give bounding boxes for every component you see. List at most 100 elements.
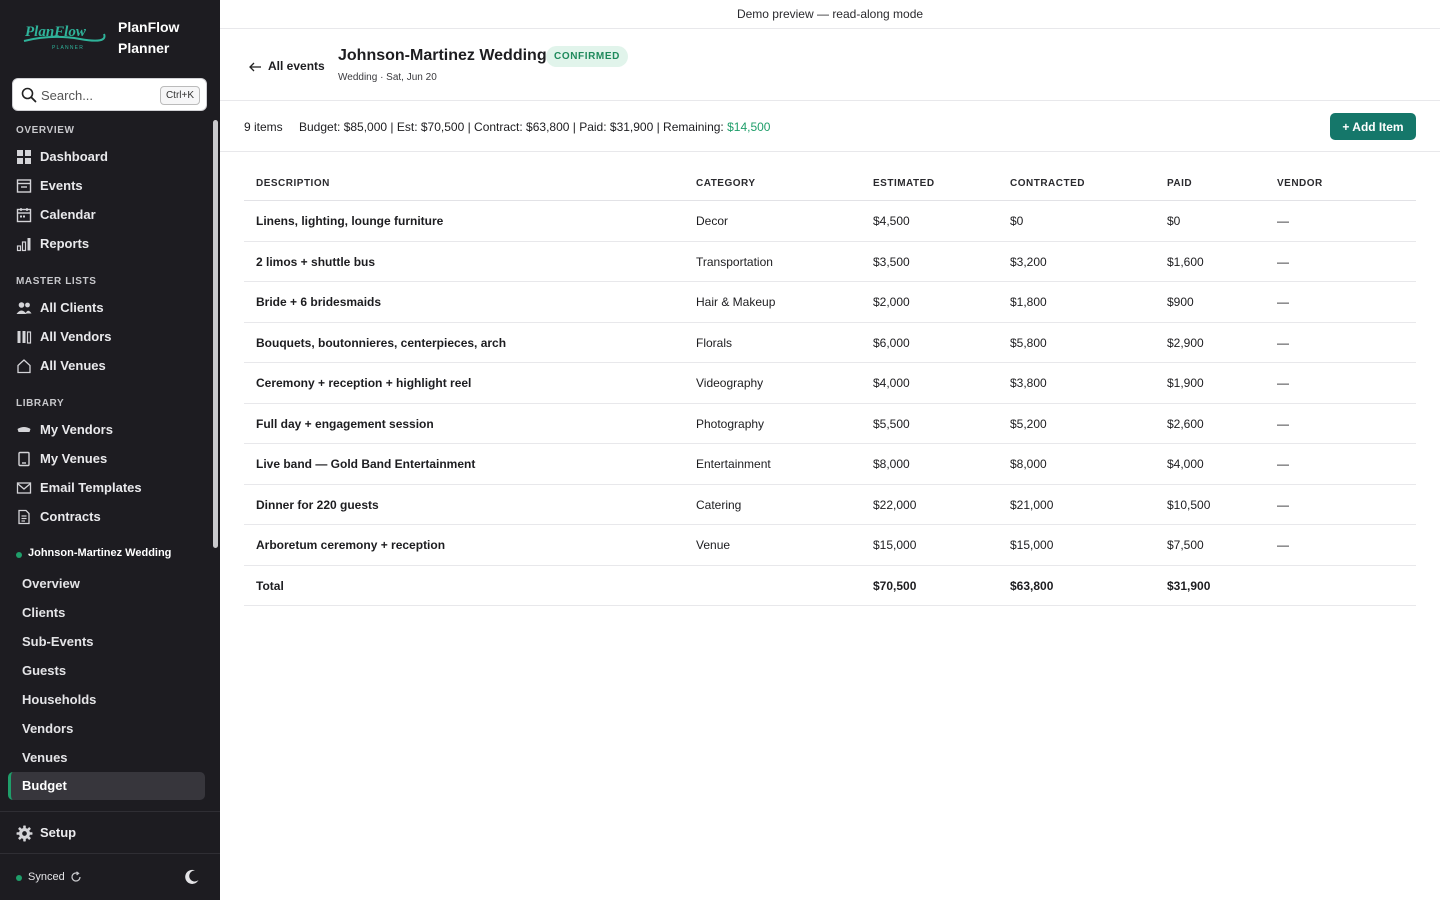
table-row[interactable]: Live band — Gold Band Entertainment Enter… [244, 444, 1416, 485]
sidebar-scrollbar[interactable] [213, 120, 218, 548]
sidebar-item-label: All Clients [40, 300, 104, 315]
section-master-lists: MASTER LISTS [16, 276, 97, 287]
cell-category: Decor [696, 214, 729, 228]
event-nav-label: Budget [22, 778, 67, 793]
cell-estimated: $8,000 [873, 457, 910, 471]
event-nav-label: Overview [22, 576, 80, 591]
table-row[interactable]: Full day + engagement session Photography… [244, 404, 1416, 444]
moon-icon[interactable] [184, 869, 200, 885]
event-nav-label: Venues [22, 750, 68, 765]
events-icon [16, 179, 32, 193]
column-header-paid[interactable]: PAID [1167, 178, 1192, 189]
page-title: Johnson-Martinez Wedding [338, 47, 547, 64]
event-nav-venues[interactable]: Venues [8, 744, 205, 772]
sidebar-item-dashboard[interactable]: Dashboard [8, 144, 206, 170]
main-content: Demo preview — read-along mode All event… [220, 0, 1440, 900]
cell-description: Arboretum ceremony + reception [256, 538, 446, 552]
demo-banner: Demo preview — read-along mode [220, 0, 1440, 29]
sidebar-item-email-templates[interactable]: Email Templates [8, 475, 206, 501]
column-header-contracted[interactable]: CONTRACTED [1010, 178, 1085, 189]
sidebar-item-my-venues[interactable]: My Venues [8, 446, 206, 472]
search-input[interactable] [41, 86, 159, 104]
vendors-icon [17, 331, 32, 344]
budget-summary: 9 items Budget: $85,000 | Est: $70,500 |… [220, 101, 1440, 152]
setup-button[interactable]: Setup [8, 820, 206, 846]
table-row[interactable]: Ceremony + reception + highlight reel Vid… [244, 363, 1416, 404]
sidebar-item-my-vendors[interactable]: My Vendors [8, 417, 206, 443]
cell-vendor: — [1277, 457, 1289, 471]
column-header-estimated[interactable]: ESTIMATED [873, 178, 935, 189]
sidebar-item-label: My Vendors [40, 422, 113, 437]
cell-vendor: — [1277, 416, 1289, 431]
sidebar-item-label: Events [40, 178, 83, 193]
sidebar-nav[interactable]: OVERVIEW Dashboard Events Calendar Repor… [0, 116, 210, 812]
cell-category: Florals [696, 335, 733, 350]
search-box[interactable]: Ctrl+K [12, 78, 207, 111]
table-row[interactable]: Linens, lighting, lounge furniture Decor $… [244, 201, 1416, 242]
sidebar-item-label: All Venues [40, 358, 106, 373]
add-item-button[interactable]: + Add Item [1330, 113, 1416, 140]
section-library: LIBRARY [16, 398, 65, 409]
event-nav-budget[interactable]: Budget [8, 772, 205, 800]
sidebar-item-contracts[interactable]: Contracts [8, 504, 206, 530]
event-status-dot [16, 552, 22, 558]
table-row[interactable]: Bouquets, boutonnieres, centerpieces, ar… [244, 323, 1416, 363]
cell-paid: $1,900 [1167, 376, 1204, 390]
current-event-header[interactable]: Johnson-Martinez Wedding [16, 547, 206, 565]
setup-label: Setup [40, 825, 77, 840]
cell-vendor: — [1277, 538, 1289, 552]
cell-contracted: $5,800 [1010, 335, 1047, 350]
table-row[interactable]: Arboretum ceremony + reception Venue $15,0… [244, 525, 1416, 566]
cell-description: 2 limos + shuttle bus [256, 254, 376, 269]
search-icon [21, 87, 37, 103]
column-header-vendor[interactable]: VENDOR [1277, 178, 1323, 189]
table-row[interactable]: Bride + 6 bridesmaids Hair & Makeup $2,000… [244, 282, 1416, 323]
cell-vendor: — [1277, 376, 1289, 390]
column-header-description[interactable]: DESCRIPTION [256, 178, 330, 189]
event-nav-overview[interactable]: Overview [8, 570, 205, 598]
event-nav-guests[interactable]: Guests [8, 657, 205, 685]
planflow-logo[interactable]: PlanFlow PLANNER [22, 20, 106, 54]
cell-contracted: $8,000 [1010, 457, 1047, 471]
event-header: All events Johnson-Martinez Wedding CONF… [220, 29, 1440, 101]
total-estimated: $70,500 [873, 578, 917, 593]
sidebar-item-all-venues[interactable]: All Venues [8, 353, 206, 379]
event-nav-vendors[interactable]: Vendors [8, 715, 205, 743]
svg-text:PLANNER: PLANNER [52, 45, 84, 51]
app-name: PlanFlow Planner [118, 19, 180, 56]
cell-paid: $2,600 [1167, 416, 1204, 431]
venues-icon [17, 359, 31, 374]
sidebar-item-all-clients[interactable]: All Clients [8, 295, 206, 321]
cell-paid: $0 [1167, 214, 1181, 228]
event-nav-label: Clients [22, 605, 66, 620]
cell-paid: $7,500 [1167, 538, 1204, 552]
cell-description: Bride + 6 bridesmaids [256, 295, 382, 309]
refresh-icon[interactable] [70, 871, 82, 883]
cell-vendor: — [1277, 254, 1289, 269]
cell-paid: $2,900 [1167, 335, 1204, 350]
total-row: Total $70,500 $63,800 $31,900 [244, 566, 1416, 606]
sidebar-item-events[interactable]: Events [8, 173, 206, 199]
cell-description: Live band — Gold Band Entertainment [256, 457, 476, 471]
remaining-amount: $14,500 [727, 120, 771, 134]
cell-estimated: $5,500 [873, 416, 910, 431]
cell-category: Videography [696, 376, 764, 390]
current-event-title: Johnson-Martinez Wedding [28, 547, 172, 559]
dashboard-icon [17, 150, 31, 164]
cell-contracted: $3,200 [1010, 254, 1047, 269]
cell-vendor: — [1277, 497, 1289, 512]
event-nav-households[interactable]: Households [8, 686, 205, 714]
sidebar-item-reports[interactable]: Reports [8, 231, 206, 257]
item-count: 9 items [244, 120, 283, 134]
sidebar-item-all-vendors[interactable]: All Vendors [8, 324, 206, 350]
table-row[interactable]: 2 limos + shuttle bus Transportation $3,50… [244, 242, 1416, 282]
calendar-icon [16, 208, 32, 223]
email-icon [16, 482, 32, 494]
event-nav-clients[interactable]: Clients [8, 599, 205, 627]
sidebar-item-label: All Vendors [40, 329, 112, 344]
sidebar-item-label: Email Templates [40, 480, 142, 495]
table-row[interactable]: Dinner for 220 guests Catering $22,000 $21,… [244, 485, 1416, 525]
sidebar-item-calendar[interactable]: Calendar [8, 202, 206, 228]
column-header-category[interactable]: CATEGORY [696, 178, 756, 189]
event-nav-sub-events[interactable]: Sub-Events [8, 628, 205, 656]
